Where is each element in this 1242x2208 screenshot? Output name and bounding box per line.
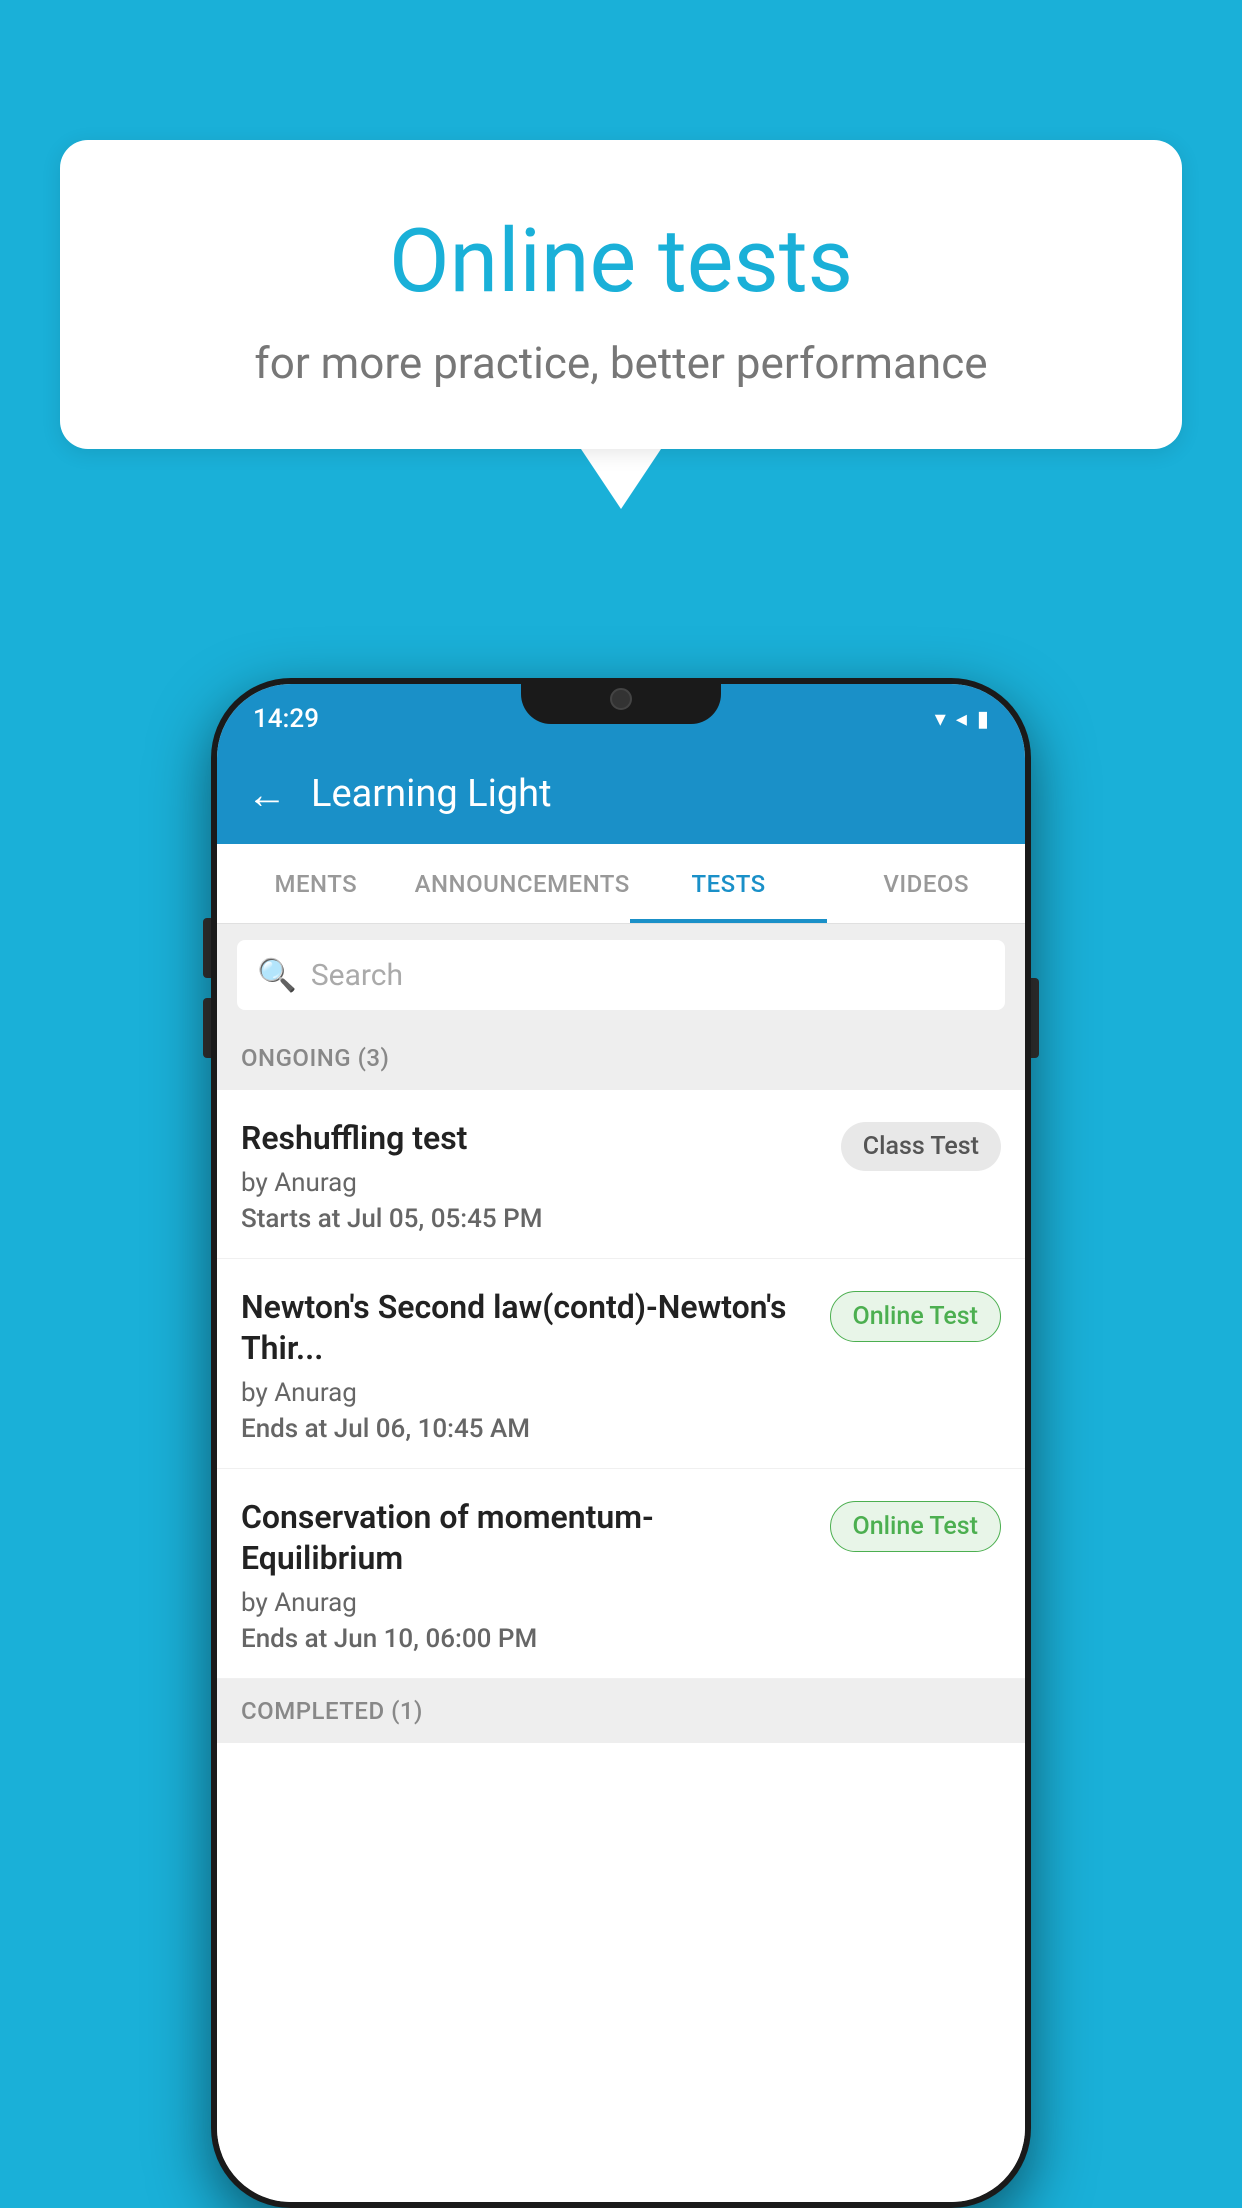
- tab-videos[interactable]: VIDEOS: [827, 844, 1025, 923]
- wifi-icon: ▾: [935, 707, 946, 732]
- speech-bubble-subtitle: for more practice, better performance: [140, 337, 1102, 389]
- tab-ments[interactable]: MENTS: [217, 844, 415, 923]
- search-container: 🔍 Search: [217, 924, 1025, 1026]
- phone-notch: [521, 678, 721, 724]
- test-time: Starts at Jul 05, 05:45 PM: [241, 1204, 825, 1234]
- tabs-bar: MENTS ANNOUNCEMENTS TESTS VIDEOS: [217, 844, 1025, 924]
- speech-bubble-container: Online tests for more practice, better p…: [60, 140, 1182, 509]
- test-title: Reshuffling test: [241, 1118, 825, 1160]
- test-title: Conservation of momentum-Equilibrium: [241, 1497, 814, 1580]
- power-button[interactable]: [1031, 978, 1039, 1058]
- completed-section-header: COMPLETED (1): [217, 1679, 1025, 1743]
- front-camera: [610, 688, 632, 710]
- status-icons: ▾ ◂ ▮: [935, 707, 989, 732]
- volume-down-button[interactable]: [203, 998, 211, 1058]
- status-time: 14:29: [253, 704, 319, 734]
- content-area: ONGOING (3) Reshuffling test by Anurag S…: [217, 1026, 1025, 2202]
- online-test-badge-2: Online Test: [830, 1501, 1001, 1552]
- phone-screen: 14:29 ▾ ◂ ▮ ← Learning Light MENTS ANNOU…: [217, 684, 1025, 2202]
- test-item[interactable]: Reshuffling test by Anurag Starts at Jul…: [217, 1090, 1025, 1259]
- search-input[interactable]: Search: [311, 958, 403, 993]
- app-title: Learning Light: [311, 772, 552, 816]
- test-time: Ends at Jun 10, 06:00 PM: [241, 1624, 814, 1654]
- test-title: Newton's Second law(contd)-Newton's Thir…: [241, 1287, 814, 1370]
- speech-bubble-title: Online tests: [140, 210, 1102, 313]
- test-time: Ends at Jul 06, 10:45 AM: [241, 1414, 814, 1444]
- online-test-badge: Online Test: [830, 1291, 1001, 1342]
- test-author: by Anurag: [241, 1588, 814, 1618]
- phone-frame: 14:29 ▾ ◂ ▮ ← Learning Light MENTS ANNOU…: [211, 678, 1031, 2208]
- speech-bubble: Online tests for more practice, better p…: [60, 140, 1182, 449]
- signal-icon: ◂: [956, 707, 967, 732]
- tab-announcements[interactable]: ANNOUNCEMENTS: [415, 844, 630, 923]
- class-test-badge: Class Test: [841, 1122, 1001, 1171]
- speech-bubble-tail: [581, 449, 661, 509]
- back-button[interactable]: ←: [247, 771, 287, 818]
- volume-up-button[interactable]: [203, 918, 211, 978]
- test-author: by Anurag: [241, 1168, 825, 1198]
- search-icon: 🔍: [257, 956, 297, 994]
- test-info: Newton's Second law(contd)-Newton's Thir…: [241, 1287, 814, 1444]
- ongoing-section-header: ONGOING (3): [217, 1026, 1025, 1090]
- test-info: Conservation of momentum-Equilibrium by …: [241, 1497, 814, 1654]
- battery-icon: ▮: [977, 707, 989, 732]
- test-item[interactable]: Newton's Second law(contd)-Newton's Thir…: [217, 1259, 1025, 1469]
- test-info: Reshuffling test by Anurag Starts at Jul…: [241, 1118, 825, 1234]
- test-item[interactable]: Conservation of momentum-Equilibrium by …: [217, 1469, 1025, 1679]
- phone-wrapper: 14:29 ▾ ◂ ▮ ← Learning Light MENTS ANNOU…: [211, 678, 1031, 2208]
- search-bar[interactable]: 🔍 Search: [237, 940, 1005, 1010]
- app-bar: ← Learning Light: [217, 744, 1025, 844]
- test-author: by Anurag: [241, 1378, 814, 1408]
- tab-tests[interactable]: TESTS: [630, 844, 828, 923]
